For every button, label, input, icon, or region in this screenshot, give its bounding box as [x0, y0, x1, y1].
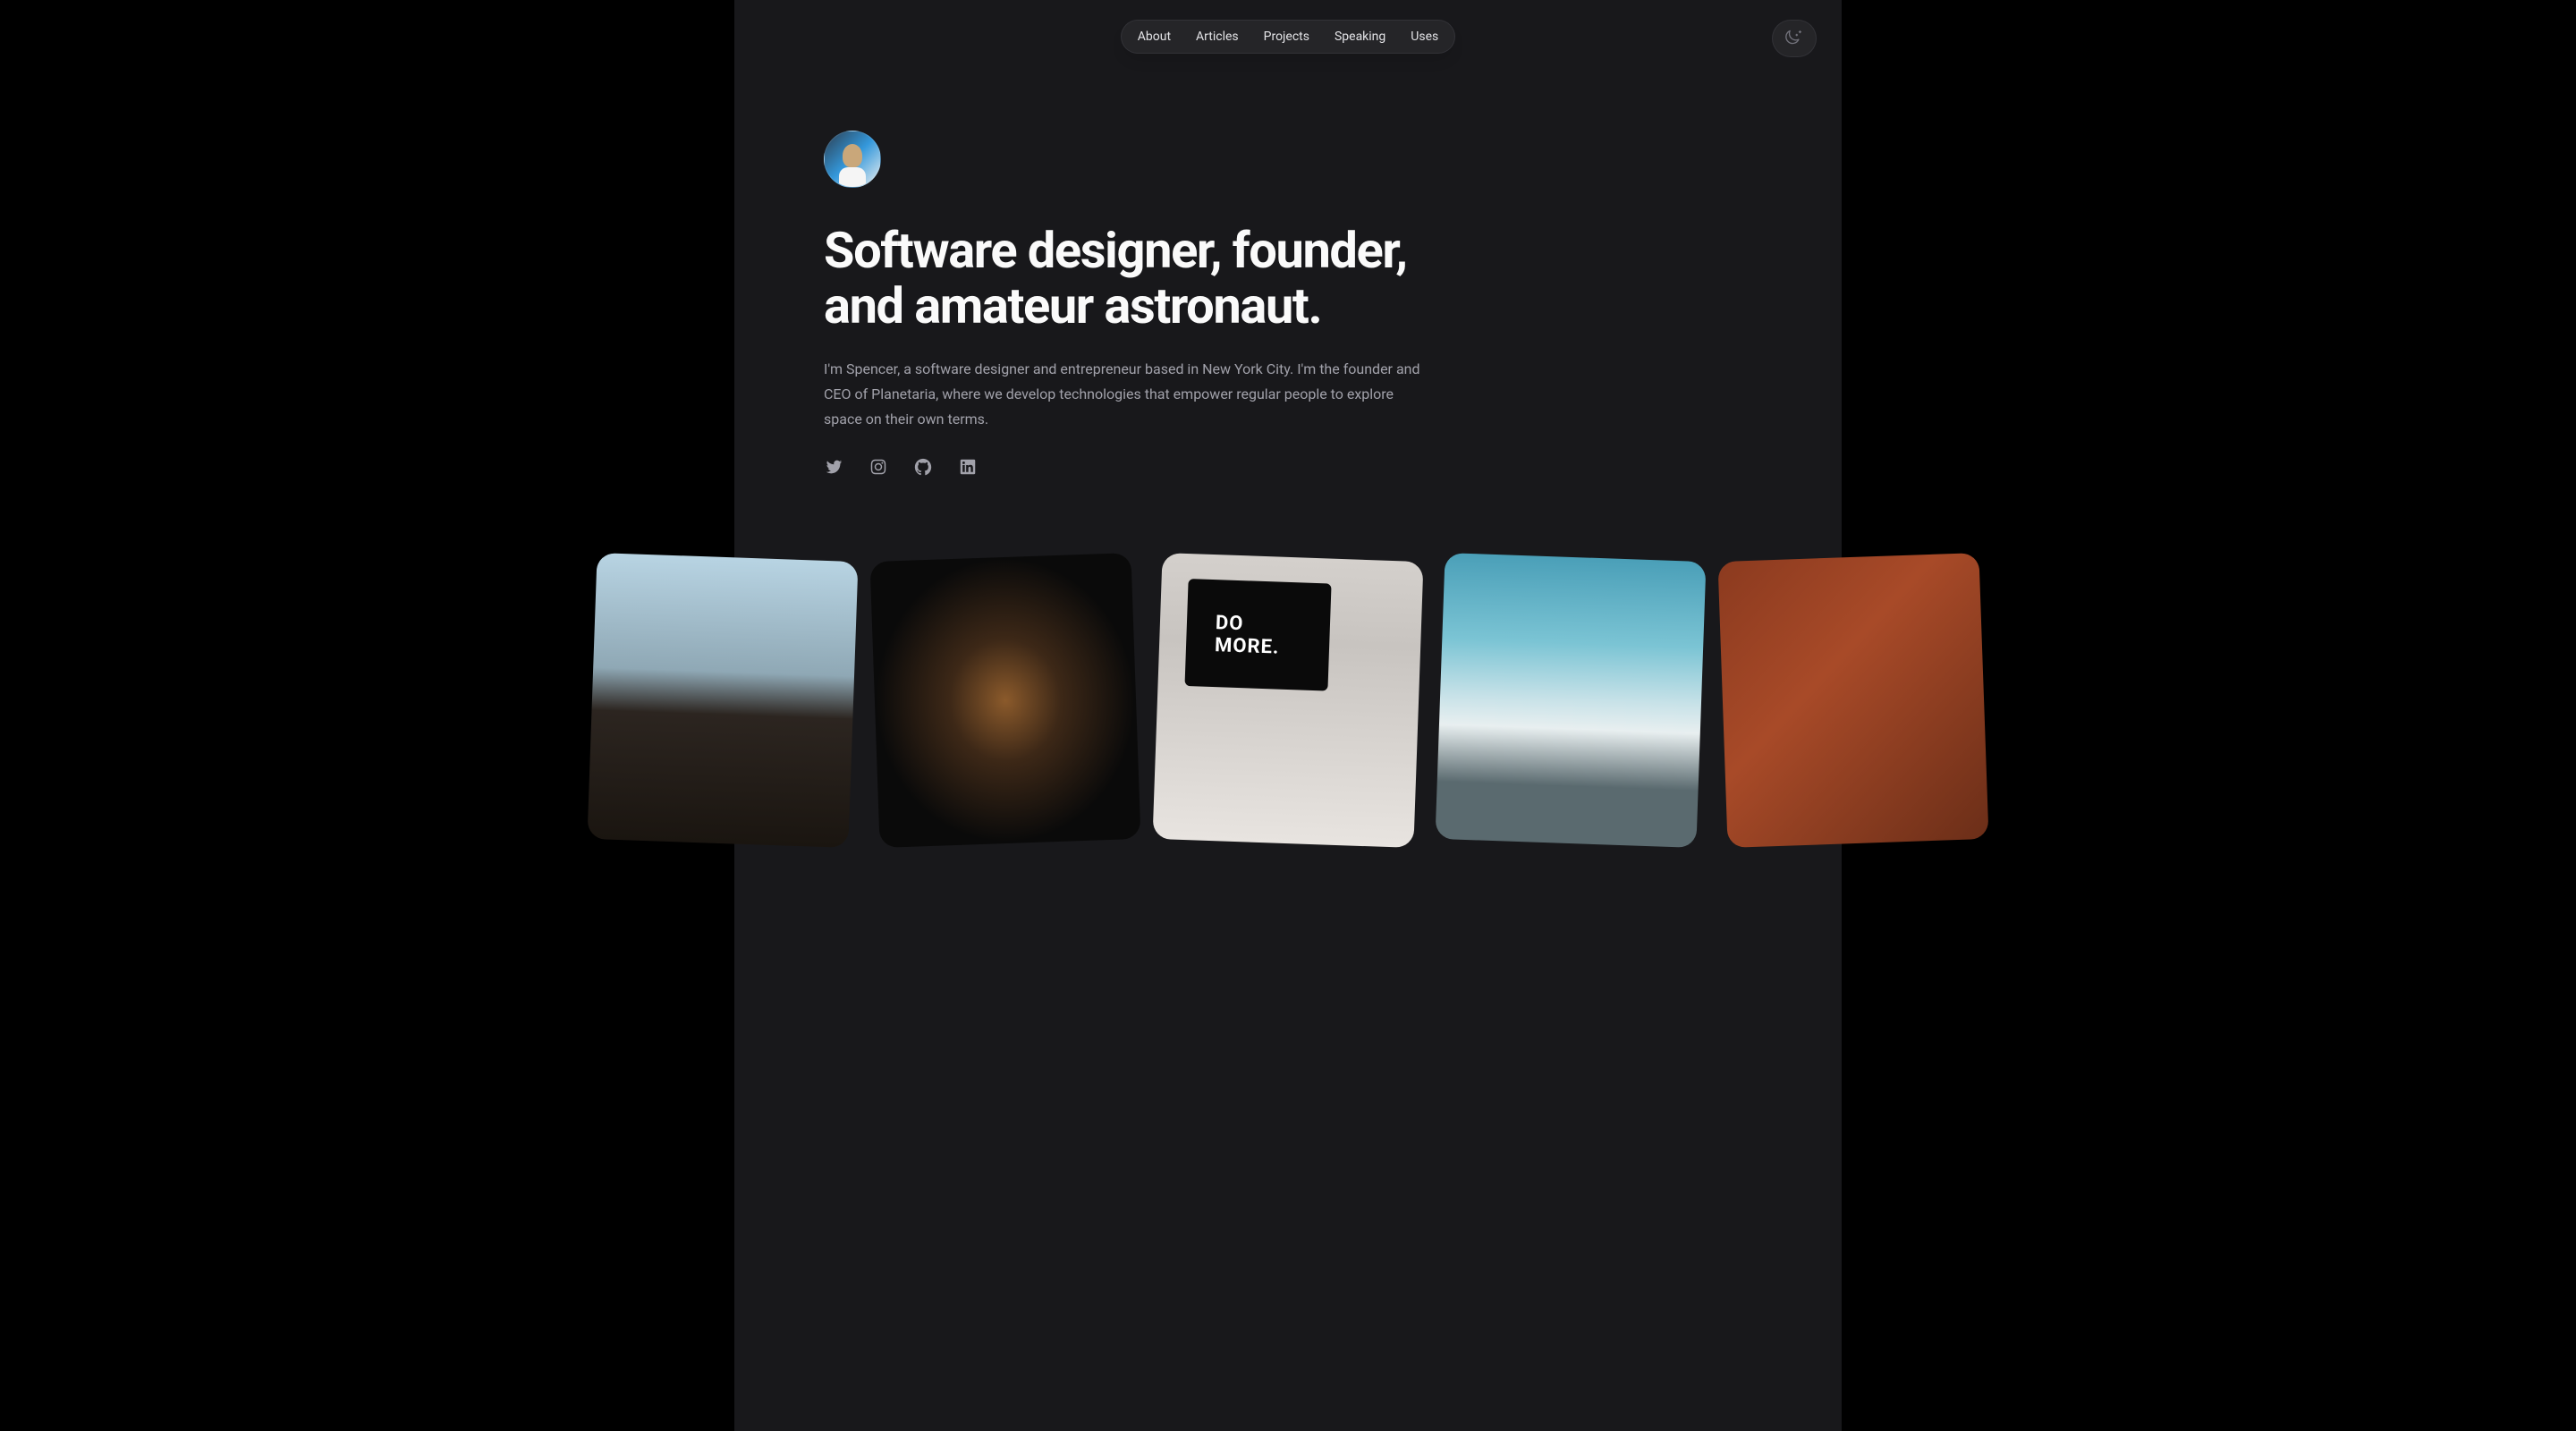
theme-toggle-button[interactable] — [1772, 20, 1817, 57]
linkedin-link[interactable] — [958, 457, 978, 477]
twitter-link[interactable] — [824, 457, 843, 477]
page-container: About Articles Projects Speaking Uses So… — [734, 0, 1842, 1431]
hero-title: Software designer, founder, and amateur … — [824, 224, 1432, 334]
gallery-image-desk — [1153, 553, 1424, 848]
header: About Articles Projects Speaking Uses — [734, 0, 1842, 73]
hero-description: I'm Spencer, a software designer and ent… — [824, 357, 1423, 432]
gallery-image-mars — [1718, 553, 1989, 848]
instagram-link[interactable] — [869, 457, 888, 477]
avatar[interactable] — [824, 131, 881, 188]
nav-uses[interactable]: Uses — [1398, 21, 1451, 53]
social-links — [824, 457, 1752, 477]
image-gallery — [0, 557, 2576, 843]
nav-about[interactable]: About — [1125, 21, 1183, 53]
gallery-image-conference — [870, 553, 1141, 848]
gallery-image-cockpit — [588, 553, 859, 848]
nav-speaking[interactable]: Speaking — [1322, 21, 1398, 53]
instagram-icon — [869, 457, 888, 477]
nav-articles[interactable]: Articles — [1183, 21, 1251, 53]
github-link[interactable] — [913, 457, 933, 477]
main-content: Software designer, founder, and amateur … — [734, 73, 1842, 477]
twitter-icon — [824, 457, 843, 477]
nav-projects[interactable]: Projects — [1251, 21, 1322, 53]
linkedin-icon — [958, 457, 978, 477]
github-icon — [913, 457, 933, 477]
moon-icon — [1784, 29, 1804, 48]
main-nav: About Articles Projects Speaking Uses — [1121, 20, 1455, 54]
gallery-image-mountains — [1436, 553, 1707, 848]
